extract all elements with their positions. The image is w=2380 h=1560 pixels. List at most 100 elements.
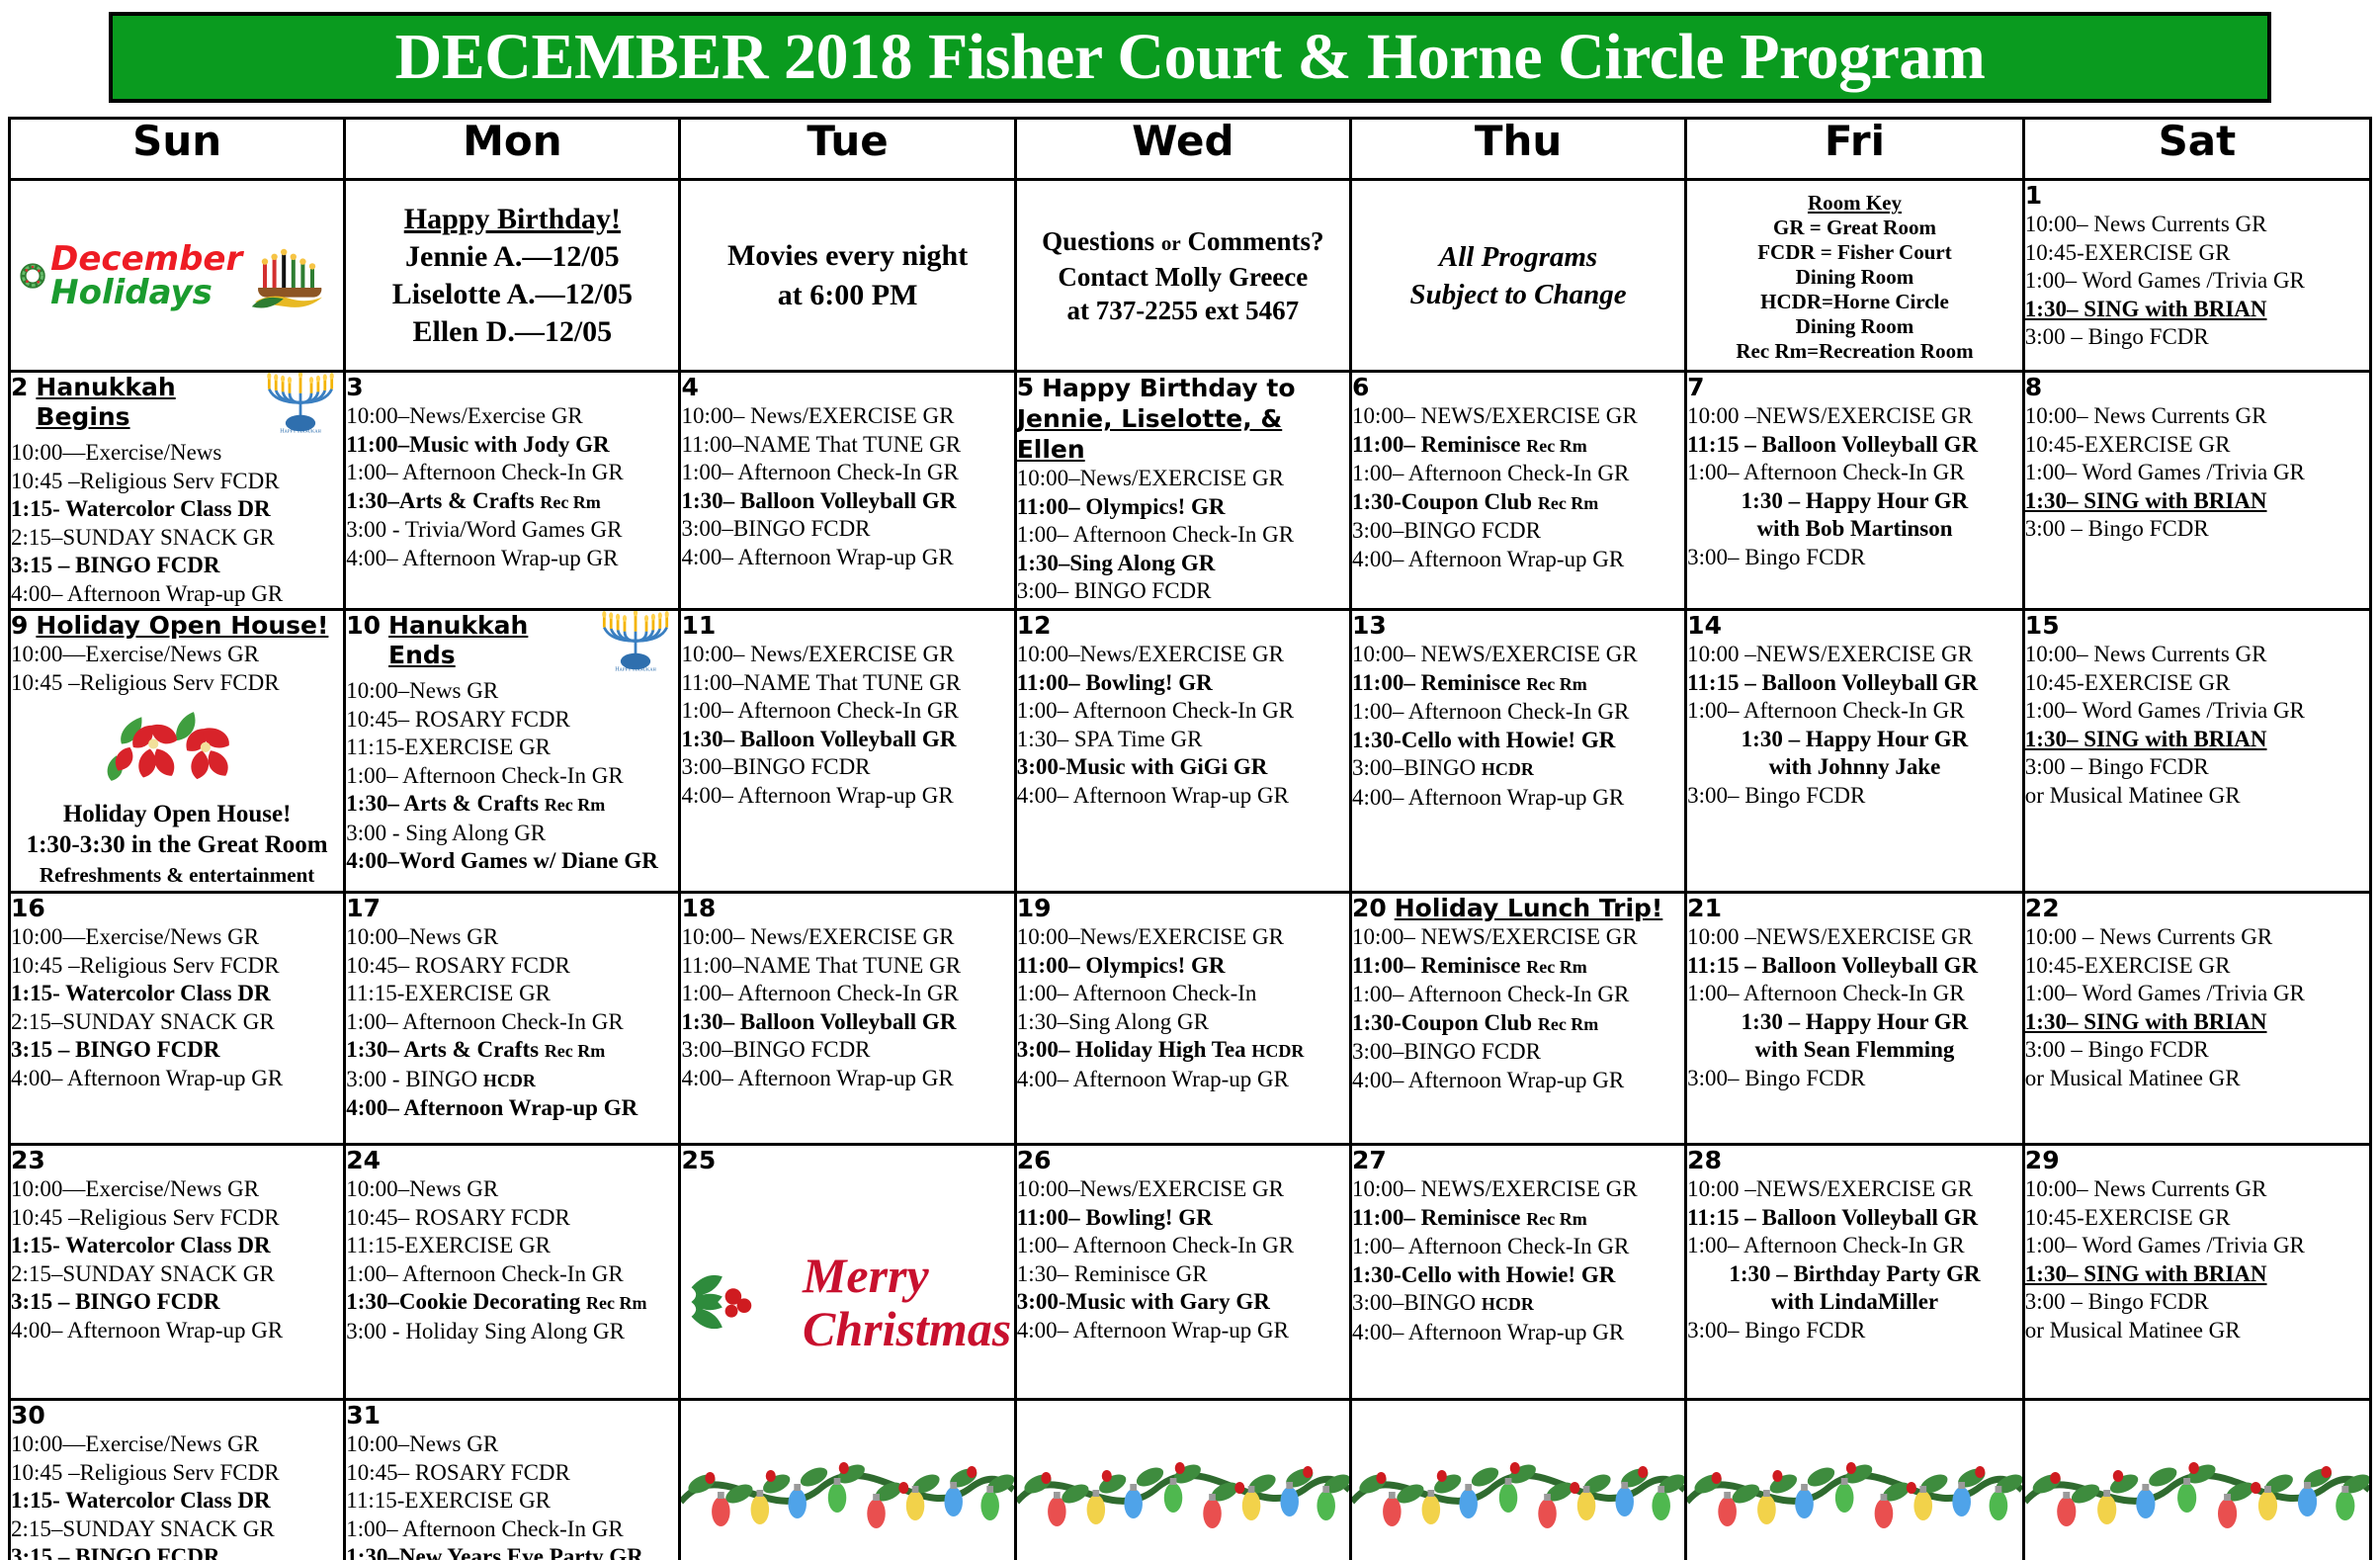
event-item: 1:00– Afternoon Check-In GR [346,460,624,484]
event-list-16: 10:00—Exercise/News GR 10:45 –Religious S… [11,923,343,1092]
menorah-icon-wrap: Hᴀᴘᴘʏ Hᴀɴᴜᴋᴀʜ [593,609,678,677]
event-list-18: 10:00– News/EXERCISE GR 11:00–NAME That T… [681,923,1013,1092]
day-header-9: 9 Holiday Open House! [11,611,343,641]
event-item: 3:00– Bingo FCDR [1687,1065,1866,1090]
day-cell-3[interactable]: 3 10:00–News/Exercise GR 11:00–Music with … [343,370,682,611]
event-item: 10:00– News Currents GR [2024,642,2267,666]
day-cell-18[interactable]: 18 10:00– News/EXERCISE GR 11:00–NAME That… [678,891,1017,1146]
week-row: 2 Hanukkah Begins Hᴀᴘᴘʏ Hᴀɴᴜᴋᴀʜ 10:00—Exerc… [7,370,2373,611]
event-item: 11:15 – Balloon Volleyball GR [1687,669,1979,695]
open-house-line-1: Holiday Open House! [62,801,292,827]
event-item: 4:00– Afternoon Wrap-up GR [1351,784,1625,810]
day-header-29: 29 [2025,1146,2369,1175]
wreath-icon [20,262,45,289]
event-item: 1:30–Arts & Crafts Rec Rm [346,487,601,513]
event-item: 4:00– Afternoon Wrap-up GR [346,545,619,570]
event-item: 11:15-EXERCISE GR [346,1233,552,1257]
day-cell-4[interactable]: 4 10:00– News/EXERCISE GR 11:00–NAME That … [678,370,1017,611]
contact-line-2: at 737-2255 ext 5467 [1066,295,1300,325]
event-item: 10:00—Exercise/News GR [11,1176,260,1201]
day-cell-6[interactable]: 6 10:00– NEWS/EXERCISE GR 11:00– Reminisce… [1348,370,1688,611]
event-item: 4:00– Afternoon Wrap-up GR [11,1317,284,1343]
event-item: 10:45– ROSARY FCDR [346,706,570,732]
event-item: 1:00– Afternoon Check-In GR [1351,699,1630,724]
event-list-7: 10:00 –NEWS/EXERCISE GR 11:15 – Balloon V… [1687,402,2022,571]
day-cell-14[interactable]: 14 10:00 –NEWS/EXERCISE GR 11:15 – Balloon… [1684,608,2025,894]
event-item: 1:00– Afternoon Check-In GR [346,1516,624,1541]
day-cell-10[interactable]: 10 Hanukkah Ends Hᴀᴘᴘʏ Hᴀɴᴜᴋᴀʜ 10:00–News G… [343,608,682,894]
open-house-line-3: Refreshments & entertainment [39,863,315,887]
day-cell-11[interactable]: 11 10:00– News/EXERCISE GR 11:00–NAME That… [678,608,1017,894]
day-cell-26[interactable]: 26 10:00–News/EXERCISE GR 11:00– Bowling! … [1013,1143,1352,1401]
event-item: 11:00–NAME That TUNE GR [681,669,962,695]
day-cell-20[interactable]: 20 Holiday Lunch Trip! 10:00– NEWS/EXERCIS… [1348,891,1688,1146]
event-item: 4:00–Word Games w/ Diane GR [346,848,658,873]
day-header-3: 3 [346,373,678,402]
garland-icon [2022,1461,2371,1528]
info-row: December Holidays Happy Birthday! Jennie… [7,178,2373,373]
day-cell-13[interactable]: 13 10:00– NEWS/EXERCISE GR 11:00– Reminisc… [1348,608,1688,894]
svg-text:Hᴀᴘᴘʏ Hᴀɴᴜᴋᴀʜ: Hᴀᴘᴘʏ Hᴀɴᴜᴋᴀʜ [616,666,657,672]
day-cell-21[interactable]: 21 10:00 –NEWS/EXERCISE GR 11:15 – Balloon… [1684,891,2025,1146]
event-item: 2:15–SUNDAY SNACK GR [11,1008,275,1034]
day-header-mon: Mon [343,117,682,181]
day-cell-1[interactable]: 1 10:00– News Currents GR 10:45-EXERCISE… [2021,178,2373,373]
day-cell-27[interactable]: 27 10:00– NEWS/EXERCISE GR 11:00– Reminisc… [1348,1143,1688,1401]
day-number-11: 11 [681,611,717,640]
event-item: 3:00 – Bingo FCDR [2024,516,2209,541]
day-number-26: 26 [1016,1146,1052,1174]
event-item: 10:00– News/EXERCISE GR [681,403,955,428]
garland-cell [1013,1398,1352,1560]
day-cell-24[interactable]: 24 10:00–News GR 10:45– ROSARY FCDR 11:15-E… [343,1143,682,1401]
garland-decoration [1685,1432,2024,1556]
event-item: 10:45-EXERCISE GR [2024,239,2231,265]
event-item: 1:00– Afternoon Check-In GR [1687,698,1965,723]
event-item: 3:00 – Bingo FCDR [2024,754,2209,779]
day-cell-8[interactable]: 8 10:00– News Currents GR 10:45-EXERCISE G… [2021,370,2373,611]
event-item: 1:00– Afternoon Check-In [1016,981,1257,1005]
event-item: with Johnny Jake [1768,754,1941,779]
day-header-18: 18 [681,894,1013,923]
day-cell-16[interactable]: 16 10:00—Exercise/News GR 10:45 –Religious… [7,891,347,1146]
day-header-tue: Tue [678,117,1017,181]
event-item: 3:15 – BINGO FCDR [11,553,220,577]
event-list-20: 10:00– NEWS/EXERCISE GR 11:00– Reminisce … [1352,923,1684,1094]
event-item: 3:00–BINGO FCDR [681,516,871,541]
day-number-27: 27 [1351,1146,1387,1174]
event-item: 11:00–NAME That TUNE GR [681,431,962,457]
open-house-note: Holiday Open House! 1:30-3:30 in the Grea… [11,799,343,891]
day-cell-5[interactable]: 5 Happy Birthday to Jennie, Liselotte, & E… [1013,370,1352,611]
day-cell-30[interactable]: 30 10:00—Exercise/News GR 10:45 –Religious… [7,1398,347,1560]
day-cell-7[interactable]: 7 10:00 –NEWS/EXERCISE GR 11:15 – Balloon … [1684,370,2025,611]
event-list-22: 10:00 – News Currents GR 10:45-EXERCISE G… [2025,923,2369,1092]
day-cell-15[interactable]: 15 10:00– News Currents GR 10:45-EXERCISE … [2021,608,2373,894]
event-item: 1:30– SPA Time GR [1016,726,1203,751]
day-cell-12[interactable]: 12 10:00–News/EXERCISE GR 11:00– Bowling! … [1013,608,1352,894]
day-number-8: 8 [2024,373,2043,401]
day-cell-31[interactable]: 31 10:00–News GR 10:45– ROSARY FCDR 11:15-E… [343,1398,682,1560]
day-cell-23[interactable]: 23 10:00—Exercise/News GR 10:45 –Religious… [7,1143,347,1401]
day-cell-9[interactable]: 9 Holiday Open House! 10:00—Exercise/News … [7,608,347,894]
event-item: 10:45-EXERCISE GR [2024,952,2231,978]
day-cell-2[interactable]: 2 Hanukkah Begins Hᴀᴘᴘʏ Hᴀɴᴜᴋᴀʜ 10:00—Exerc… [7,370,347,611]
day-number-1: 1 [2024,181,2043,210]
holiday-art-group: December Holidays [19,235,335,316]
week-row: 30 10:00—Exercise/News GR 10:45 –Religious… [7,1398,2373,1560]
day-cell-29[interactable]: 29 10:00– News Currents GR 10:45-EXERCISE … [2021,1143,2373,1401]
day-title-9: Holiday Open House! [36,611,329,640]
questions-heading: Questions or Comments? [1042,224,1323,260]
day-cell-19[interactable]: 19 10:00–News/EXERCISE GR 11:00– Olympics!… [1013,891,1352,1146]
event-item: 1:15- Watercolor Class DR [11,496,271,521]
event-list-24: 10:00–News GR 10:45– ROSARY FCDR 11:15-EXE… [346,1175,678,1345]
event-item: 1:30-Coupon Club Rec Rm [1351,1009,1599,1035]
event-list-10: 10:00–News GR 10:45– ROSARY FCDR 11:15-EXE… [346,677,678,876]
event-item: 1:30– Balloon Volleyball GR [681,1008,957,1034]
day-cell-28[interactable]: 28 10:00 –NEWS/EXERCISE GR 11:15 – Balloon… [1684,1143,2025,1401]
day-cell-22[interactable]: 22 10:00 – News Currents GR 10:45-EXERCISE… [2021,891,2373,1146]
event-item: 3:15 – BINGO FCDR [11,1037,220,1062]
day-header-31: 31 [346,1401,678,1430]
event-item: 4:00– Afternoon Wrap-up GR [1351,1319,1625,1344]
event-item: 10:00–News GR [346,924,499,949]
day-cell-17[interactable]: 17 10:00–News GR 10:45– ROSARY FCDR 11:15-E… [343,891,682,1146]
day-cell-25[interactable]: 25 Merry Christmas [678,1143,1017,1401]
